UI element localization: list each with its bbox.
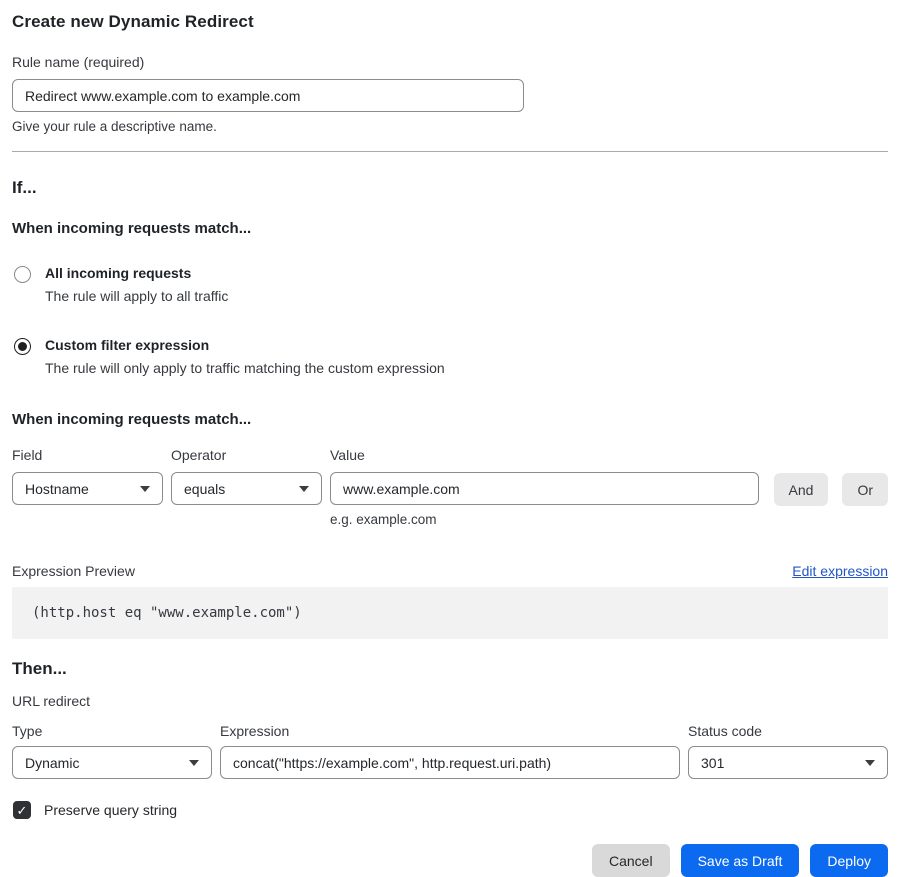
operator-select[interactable]: equals — [171, 472, 322, 505]
field-select[interactable]: Hostname — [12, 472, 163, 505]
radio-description-custom-filter: The rule will only apply to traffic matc… — [45, 360, 445, 376]
url-redirect-label: URL redirect — [12, 693, 888, 709]
value-label: Value — [330, 447, 759, 463]
radio-button-custom-filter[interactable] — [14, 338, 31, 355]
chevron-down-icon — [189, 760, 199, 766]
rule-name-group: Rule name (required) Give your rule a de… — [12, 54, 888, 134]
expression-label: Expression — [220, 723, 680, 739]
field-column: Field Hostname — [12, 447, 163, 505]
operator-column: Operator equals — [171, 447, 322, 505]
value-help: e.g. example.com — [330, 512, 759, 527]
radio-label-custom-filter: Custom filter expression — [45, 337, 445, 353]
deploy-button[interactable]: Deploy — [810, 844, 888, 877]
radio-label-all-requests: All incoming requests — [45, 265, 228, 281]
operator-label: Operator — [171, 447, 322, 463]
preserve-query-label: Preserve query string — [44, 802, 177, 818]
field-label: Field — [12, 447, 163, 463]
then-heading: Then... — [12, 659, 888, 679]
page-title: Create new Dynamic Redirect — [12, 12, 888, 32]
status-code-select-value: 301 — [701, 755, 724, 771]
type-label: Type — [12, 723, 212, 739]
chevron-down-icon — [865, 760, 875, 766]
chevron-down-icon — [140, 486, 150, 492]
cancel-button[interactable]: Cancel — [592, 844, 670, 877]
edit-expression-link[interactable]: Edit expression — [792, 563, 888, 579]
preserve-query-row[interactable]: ✓ Preserve query string — [12, 801, 888, 819]
footer-actions: Cancel Save as Draft Deploy — [12, 844, 888, 877]
status-code-column: Status code 301 — [688, 723, 888, 779]
and-button[interactable]: And — [774, 473, 829, 506]
status-code-select[interactable]: 301 — [688, 746, 888, 779]
field-select-value: Hostname — [25, 481, 89, 497]
expression-column: Expression — [220, 723, 680, 779]
radio-button-all-requests[interactable] — [14, 266, 31, 283]
radio-texts: Custom filter expression The rule will o… — [45, 337, 445, 376]
if-heading: If... — [12, 178, 888, 198]
condition-row: Field Hostname Operator equals Value e.g… — [12, 447, 888, 527]
type-select-value: Dynamic — [25, 755, 79, 771]
rule-name-label: Rule name (required) — [12, 54, 888, 70]
redirect-config-row: Type Dynamic Expression Status code 301 — [12, 723, 888, 779]
type-select[interactable]: Dynamic — [12, 746, 212, 779]
type-column: Type Dynamic — [12, 723, 212, 779]
expression-input[interactable] — [220, 746, 680, 779]
expression-preview-code: (http.host eq "www.example.com") — [12, 587, 888, 639]
rule-name-input[interactable] — [12, 79, 524, 112]
chevron-down-icon — [299, 486, 309, 492]
create-redirect-form: Create new Dynamic Redirect Rule name (r… — [12, 0, 888, 877]
rule-name-help: Give your rule a descriptive name. — [12, 119, 888, 134]
radio-dot — [18, 270, 27, 279]
condition-heading: When incoming requests match... — [12, 411, 888, 428]
expression-preview-header: Expression Preview Edit expression — [12, 563, 888, 579]
value-input[interactable] — [330, 472, 759, 505]
status-code-label: Status code — [688, 723, 888, 739]
radio-dot — [18, 342, 27, 351]
radio-option-all-requests[interactable]: All incoming requests The rule will appl… — [12, 265, 888, 304]
match-heading: When incoming requests match... — [12, 220, 888, 237]
value-column: Value e.g. example.com — [330, 447, 759, 527]
section-divider — [12, 151, 888, 152]
or-button[interactable]: Or — [842, 473, 888, 506]
match-scope-radio-group: All incoming requests The rule will appl… — [12, 265, 888, 376]
expression-preview-label: Expression Preview — [12, 563, 135, 579]
radio-option-custom-filter[interactable]: Custom filter expression The rule will o… — [12, 337, 888, 376]
operator-select-value: equals — [184, 481, 225, 497]
check-icon: ✓ — [17, 804, 28, 817]
save-as-draft-button[interactable]: Save as Draft — [681, 844, 800, 877]
radio-description-all-requests: The rule will apply to all traffic — [45, 288, 228, 304]
radio-texts: All incoming requests The rule will appl… — [45, 265, 228, 304]
preserve-query-checkbox[interactable]: ✓ — [13, 801, 31, 819]
